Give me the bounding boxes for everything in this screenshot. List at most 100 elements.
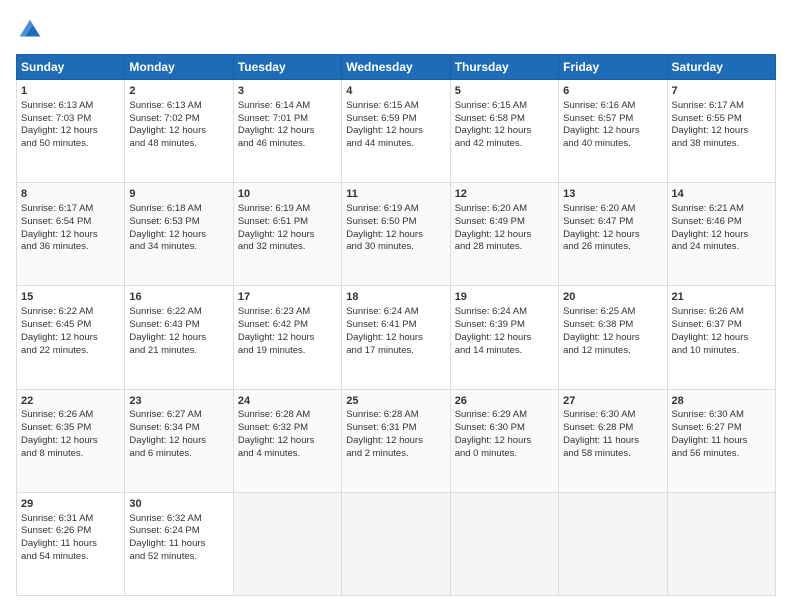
cell-info-line: Sunrise: 6:17 AM <box>21 203 120 216</box>
cell-info-line: Sunset: 6:54 PM <box>21 216 120 229</box>
cell-info-line: Daylight: 12 hours <box>346 229 445 242</box>
calendar-cell: 7Sunrise: 6:17 AMSunset: 6:55 PMDaylight… <box>667 80 775 183</box>
cell-info-line: Sunrise: 6:16 AM <box>563 100 662 113</box>
cell-info-line: Daylight: 12 hours <box>563 332 662 345</box>
cell-info-line: Sunrise: 6:13 AM <box>21 100 120 113</box>
day-number: 28 <box>672 394 771 409</box>
cell-info-line: Sunrise: 6:15 AM <box>346 100 445 113</box>
col-header-thursday: Thursday <box>450 55 558 80</box>
cell-info-line: and 10 minutes. <box>672 345 771 358</box>
cell-info-line: Daylight: 12 hours <box>238 435 337 448</box>
cell-info-line: and 19 minutes. <box>238 345 337 358</box>
week-row-4: 22Sunrise: 6:26 AMSunset: 6:35 PMDayligh… <box>17 389 776 492</box>
day-number: 19 <box>455 290 554 305</box>
cell-info-line: and 14 minutes. <box>455 345 554 358</box>
cell-info-line: Sunset: 6:38 PM <box>563 319 662 332</box>
cell-info-line: Sunset: 6:26 PM <box>21 525 120 538</box>
cell-info-line: and 40 minutes. <box>563 138 662 151</box>
cell-info-line: Sunrise: 6:25 AM <box>563 306 662 319</box>
day-number: 2 <box>129 84 228 99</box>
calendar-cell <box>450 492 558 595</box>
day-number: 12 <box>455 187 554 202</box>
cell-info-line: Sunset: 6:34 PM <box>129 422 228 435</box>
cell-info-line: Sunrise: 6:31 AM <box>21 513 120 526</box>
cell-info-line: Sunrise: 6:18 AM <box>129 203 228 216</box>
cell-info-line: Sunrise: 6:28 AM <box>238 409 337 422</box>
cell-info-line: Sunset: 6:41 PM <box>346 319 445 332</box>
calendar-cell: 4Sunrise: 6:15 AMSunset: 6:59 PMDaylight… <box>342 80 450 183</box>
cell-info-line: Sunset: 6:49 PM <box>455 216 554 229</box>
week-row-5: 29Sunrise: 6:31 AMSunset: 6:26 PMDayligh… <box>17 492 776 595</box>
calendar-cell: 28Sunrise: 6:30 AMSunset: 6:27 PMDayligh… <box>667 389 775 492</box>
calendar-cell: 6Sunrise: 6:16 AMSunset: 6:57 PMDaylight… <box>559 80 667 183</box>
cell-info-line: and 24 minutes. <box>672 241 771 254</box>
day-number: 25 <box>346 394 445 409</box>
day-number: 30 <box>129 497 228 512</box>
cell-info-line: Sunrise: 6:24 AM <box>346 306 445 319</box>
cell-info-line: and 48 minutes. <box>129 138 228 151</box>
cell-info-line: Daylight: 11 hours <box>129 538 228 551</box>
cell-info-line: Daylight: 12 hours <box>563 229 662 242</box>
cell-info-line: Sunset: 6:24 PM <box>129 525 228 538</box>
calendar-cell: 22Sunrise: 6:26 AMSunset: 6:35 PMDayligh… <box>17 389 125 492</box>
cell-info-line: Sunset: 6:58 PM <box>455 113 554 126</box>
day-number: 13 <box>563 187 662 202</box>
cell-info-line: Sunset: 7:03 PM <box>21 113 120 126</box>
col-header-friday: Friday <box>559 55 667 80</box>
cell-info-line: Sunset: 6:59 PM <box>346 113 445 126</box>
week-row-2: 8Sunrise: 6:17 AMSunset: 6:54 PM Daylight… <box>17 183 776 286</box>
cell-info-line: Daylight: 12 hours <box>455 435 554 448</box>
cell-info-line: and 28 minutes. <box>455 241 554 254</box>
cell-info-line: Sunset: 6:37 PM <box>672 319 771 332</box>
cell-info-line: Sunset: 6:55 PM <box>672 113 771 126</box>
cell-info-line: Daylight: 12 hours <box>455 125 554 138</box>
cell-info-line: Daylight: 12 hours <box>21 332 120 345</box>
cell-info-line: Sunrise: 6:28 AM <box>346 409 445 422</box>
cell-info-line: Daylight: 11 hours <box>21 538 120 551</box>
cell-info-line: Daylight: 12 hours <box>455 229 554 242</box>
week-row-3: 15Sunrise: 6:22 AMSunset: 6:45 PMDayligh… <box>17 286 776 389</box>
day-number: 21 <box>672 290 771 305</box>
cell-info-line: Sunset: 6:50 PM <box>346 216 445 229</box>
week-row-1: 1Sunrise: 6:13 AMSunset: 7:03 PMDaylight… <box>17 80 776 183</box>
col-header-tuesday: Tuesday <box>233 55 341 80</box>
cell-info-line: Sunrise: 6:27 AM <box>129 409 228 422</box>
calendar-cell: 29Sunrise: 6:31 AMSunset: 6:26 PMDayligh… <box>17 492 125 595</box>
header <box>16 16 776 44</box>
cell-info-line: and 17 minutes. <box>346 345 445 358</box>
cell-info-line: Daylight: 12 hours <box>672 125 771 138</box>
calendar-cell <box>342 492 450 595</box>
cell-info-line: Daylight: 12 hours <box>455 332 554 345</box>
calendar-table: SundayMondayTuesdayWednesdayThursdayFrid… <box>16 54 776 596</box>
cell-info-line: and 54 minutes. <box>21 551 120 564</box>
calendar-cell: 24Sunrise: 6:28 AMSunset: 6:32 PMDayligh… <box>233 389 341 492</box>
cell-info-line: Sunset: 6:53 PM <box>129 216 228 229</box>
cell-info-line: Sunrise: 6:14 AM <box>238 100 337 113</box>
calendar-cell: 23Sunrise: 6:27 AMSunset: 6:34 PMDayligh… <box>125 389 233 492</box>
cell-info-line: and 22 minutes. <box>21 345 120 358</box>
cell-info-line: Daylight: 12 hours <box>346 125 445 138</box>
cell-info-line: Sunrise: 6:30 AM <box>672 409 771 422</box>
cell-info-line: and 56 minutes. <box>672 448 771 461</box>
day-number: 17 <box>238 290 337 305</box>
cell-info-line: Daylight: 12 hours <box>238 229 337 242</box>
calendar-cell <box>233 492 341 595</box>
day-number: 4 <box>346 84 445 99</box>
calendar-cell <box>667 492 775 595</box>
day-number: 8 <box>21 187 120 202</box>
cell-info-line: Daylight: 12 hours <box>672 332 771 345</box>
col-header-monday: Monday <box>125 55 233 80</box>
calendar-cell: 30Sunrise: 6:32 AMSunset: 6:24 PMDayligh… <box>125 492 233 595</box>
cell-info-line: Sunset: 6:45 PM <box>21 319 120 332</box>
calendar-cell: 14Sunrise: 6:21 AMSunset: 6:46 PMDayligh… <box>667 183 775 286</box>
cell-info-line: Daylight: 11 hours <box>563 435 662 448</box>
cell-info-line: and 36 minutes. <box>21 241 120 254</box>
cell-info-line: Sunset: 6:30 PM <box>455 422 554 435</box>
cell-info-line: Sunset: 6:46 PM <box>672 216 771 229</box>
cell-info-line: Daylight: 12 hours <box>129 125 228 138</box>
page: SundayMondayTuesdayWednesdayThursdayFrid… <box>0 0 792 612</box>
cell-info-line: Daylight: 12 hours <box>563 125 662 138</box>
cell-info-line: Sunset: 6:32 PM <box>238 422 337 435</box>
cell-info-line: Sunset: 6:39 PM <box>455 319 554 332</box>
cell-info-line: and 32 minutes. <box>238 241 337 254</box>
